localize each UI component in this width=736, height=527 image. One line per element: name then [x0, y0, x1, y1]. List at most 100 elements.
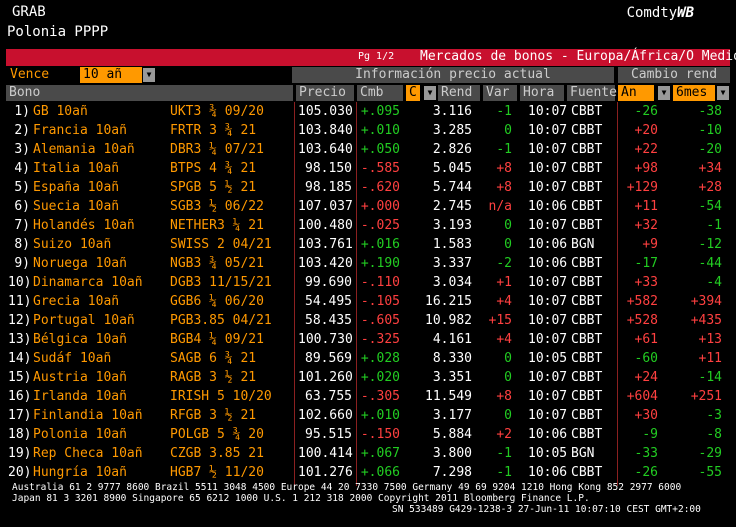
price-cell: 98.185 — [305, 180, 352, 195]
yield-cell: 3.351 — [432, 370, 472, 385]
price-cell: 103.840 — [298, 123, 353, 138]
table-row[interactable]: 7) Holandés 10añ NETHER3 ¼ 21 100.480 -.025 3… — [0, 216, 736, 235]
table-row[interactable]: 5) España 10añ SPGB 5 ½ 21 98.185 -.620 5.744… — [0, 178, 736, 197]
chevron-down-icon[interactable]: ▼ — [717, 86, 729, 100]
bond-name[interactable]: Grecia 10añ — [33, 292, 163, 311]
col-precio[interactable]: Precio — [296, 85, 354, 101]
bond-name[interactable]: Italia 10añ — [33, 159, 163, 178]
col-rend[interactable]: Rend — [438, 85, 480, 101]
yield-cell: 2.826 — [432, 142, 472, 157]
price-cell: 99.690 — [305, 275, 352, 290]
table-row[interactable]: 19) Rep Checa 10añ CZGB 3.85 21 100.414 +.06… — [0, 444, 736, 463]
table-row[interactable]: 13) Bélgica 10añ BGB4 ¼ 09/21 100.730 -.325 4… — [0, 330, 736, 349]
table-row[interactable]: 9) Noruega 10añ NGB3 ¾ 05/21 103.420 +.190 3.… — [0, 254, 736, 273]
bond-name[interactable]: Noruega 10añ — [33, 254, 163, 273]
change-cell: -.620 — [360, 180, 400, 195]
table-row[interactable]: 3) Alemania 10añ DBR3 ¼ 07/21 103.640 +.050 2… — [0, 140, 736, 159]
maturity-select[interactable]: 10 añ — [80, 67, 142, 83]
bond-name[interactable]: Irlanda 10añ — [33, 387, 163, 406]
ytd-change-cell: +30 — [634, 408, 658, 423]
source-cell: CBBT — [571, 123, 603, 138]
six-month-change-cell: +13 — [698, 332, 722, 347]
table-row[interactable]: 4) Italia 10añ BTPS 4 ¾ 21 98.150 -.585 5.045… — [0, 159, 736, 178]
row-number: 15) — [8, 370, 32, 385]
table-row[interactable]: 17) Finlandia 10añ RFGB 3 ½ 21 102.660 +.010… — [0, 406, 736, 425]
six-month-change-cell: -14 — [698, 370, 722, 385]
price-cell: 103.761 — [298, 237, 353, 252]
time-cell: 10:07 — [528, 294, 568, 309]
source-cell: CBBT — [571, 180, 603, 195]
col-var[interactable]: Var — [483, 85, 517, 101]
col-6mes-select[interactable]: 6mes — [673, 85, 715, 101]
table-row[interactable]: 10) Dinamarca 10añ DGB3 11/15/21 99.690 -.11… — [0, 273, 736, 292]
yield-cell: 3.285 — [432, 123, 472, 138]
time-cell: 10:06 — [528, 237, 568, 252]
time-cell: 10:06 — [528, 199, 568, 214]
price-cell: 102.660 — [298, 408, 353, 423]
bond-name[interactable]: Suecia 10añ — [33, 197, 163, 216]
yield-cell: 16.215 — [425, 294, 472, 309]
bond-name[interactable]: Polonia 10añ — [33, 425, 163, 444]
price-cell: 103.420 — [298, 256, 353, 271]
price-cell: 58.435 — [305, 313, 352, 328]
six-month-change-cell: -10 — [698, 123, 722, 138]
table-row[interactable]: 14) Sudáf 10añ SAGB 6 ¾ 21 89.569 +.028 8.330… — [0, 349, 736, 368]
ytd-change-cell: +528 — [626, 313, 658, 328]
six-month-change-cell: +11 — [698, 351, 722, 366]
price-cell: 98.150 — [305, 161, 352, 176]
bond-name[interactable]: Sudáf 10añ — [33, 349, 163, 368]
yield-change-cell: -1 — [496, 142, 512, 157]
bond-name[interactable]: GB 10añ — [33, 102, 163, 121]
footer-contacts-line1: Australia 61 2 9777 8600 Brazil 5511 304… — [12, 482, 682, 493]
source-cell: CBBT — [571, 389, 603, 404]
table-row[interactable]: 8) Suizo 10añ SWISS 2 04/21 103.761 +.016 1.5… — [0, 235, 736, 254]
price-cell: 107.037 — [298, 199, 353, 214]
bond-name[interactable]: Suizo 10añ — [33, 235, 163, 254]
bond-name[interactable]: Holandés 10añ — [33, 216, 163, 235]
col-bono[interactable]: Bono — [6, 85, 293, 101]
bond-name[interactable]: Finlandia 10añ — [33, 406, 163, 425]
row-number: 2) — [14, 123, 30, 138]
table-row[interactable]: 11) Grecia 10añ GGB6 ¼ 06/20 54.495 -.105 16.… — [0, 292, 736, 311]
bond-name[interactable]: Francia 10añ — [33, 121, 163, 140]
bond-name[interactable]: Hungría 10añ — [33, 463, 163, 482]
bond-name[interactable]: Bélgica 10añ — [33, 330, 163, 349]
chevron-down-icon[interactable]: ▼ — [424, 86, 436, 100]
source-cell: CBBT — [571, 465, 603, 480]
yield-change-cell: 0 — [504, 351, 512, 366]
table-row[interactable]: 16) Irlanda 10añ IRISH 5 10/20 63.755 -.305 1… — [0, 387, 736, 406]
change-cell: +.067 — [360, 446, 400, 461]
col-fuente[interactable]: Fuente — [567, 85, 617, 101]
col-hora[interactable]: Hora — [520, 85, 564, 101]
time-cell: 10:06 — [528, 465, 568, 480]
table-row[interactable]: 20) Hungría 10añ HGB7 ½ 11/20 101.276 +.066 7… — [0, 463, 736, 482]
table-row[interactable]: 1) GB 10añ UKT3 ¾ 09/20 105.030 +.095 3.116 -1… — [0, 102, 736, 121]
bond-name[interactable]: Rep Checa 10añ — [33, 444, 163, 463]
col-cmb[interactable]: Cmb — [357, 85, 403, 101]
bond-name[interactable]: Dinamarca 10añ — [33, 273, 163, 292]
table-row[interactable]: 6) Suecia 10añ SGB3 ½ 06/22 107.037 +.000 2.7… — [0, 197, 736, 216]
table-row[interactable]: 15) Austria 10añ RAGB 3 ½ 21 101.260 +.020 3.… — [0, 368, 736, 387]
col-an-select[interactable]: An — [618, 85, 654, 101]
change-cell: -.110 — [360, 275, 400, 290]
chevron-down-icon[interactable]: ▼ — [143, 68, 155, 82]
row-number: 8) — [14, 237, 30, 252]
chevron-down-icon[interactable]: ▼ — [658, 86, 670, 100]
six-month-change-cell: -1 — [706, 218, 722, 233]
table-row[interactable]: 12) Portugal 10añ PGB3.85 04/21 58.435 -.605… — [0, 311, 736, 330]
bond-name[interactable]: Alemania 10añ — [33, 140, 163, 159]
bond-name[interactable]: España 10añ — [33, 178, 163, 197]
six-month-change-cell: +34 — [698, 161, 722, 176]
change-cell: +.066 — [360, 465, 400, 480]
row-number: 10) — [8, 275, 32, 290]
table-row[interactable]: 18) Polonia 10añ POLGB 5 ¾ 20 95.515 -.150 5.… — [0, 425, 736, 444]
bond-name[interactable]: Austria 10añ — [33, 368, 163, 387]
source-cell: CBBT — [571, 104, 603, 119]
ytd-change-cell: +604 — [626, 389, 658, 404]
col-c[interactable]: C — [406, 85, 420, 101]
bond-name[interactable]: Portugal 10añ — [33, 311, 163, 330]
change-cell: -.585 — [360, 161, 400, 176]
bond-ticker: SWISS 2 04/21 — [170, 237, 272, 252]
table-row[interactable]: 2) Francia 10añ FRTR 3 ¾ 21 103.840 +.010 3.2… — [0, 121, 736, 140]
price-cell: 63.755 — [305, 389, 352, 404]
